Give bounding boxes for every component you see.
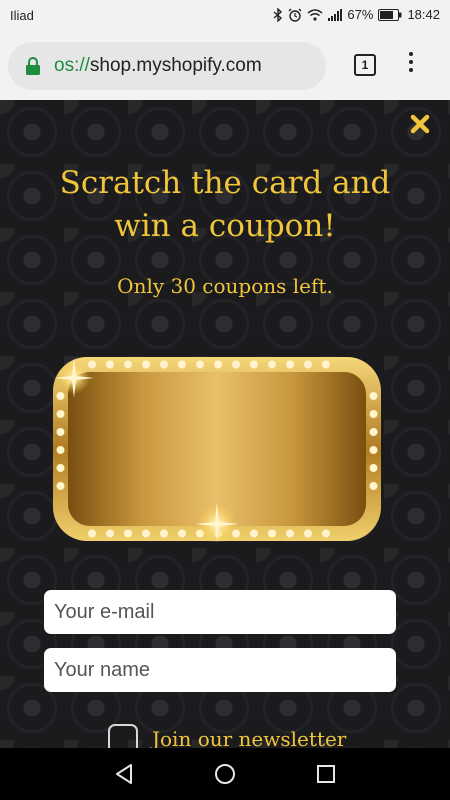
marquee-light: [214, 360, 222, 369]
marquee-light: [232, 360, 240, 369]
marquee-light: [178, 529, 186, 538]
signal-icon: [328, 8, 343, 21]
recents-icon[interactable]: [314, 762, 338, 786]
title-line-2: win a coupon!: [114, 208, 336, 244]
marquee-light: [160, 529, 168, 538]
lock-icon: [26, 57, 40, 75]
marquee-light: [56, 428, 65, 436]
marquee-light: [304, 360, 312, 369]
system-nav-bar: [0, 748, 450, 800]
title-line-1: Scratch the card and: [59, 165, 391, 201]
scratch-card[interactable]: [52, 356, 382, 542]
newsletter-option[interactable]: Join our newsletter: [108, 722, 346, 748]
tab-switcher-button[interactable]: 1: [354, 54, 376, 76]
marquee-light: [124, 529, 132, 538]
menu-dots-icon[interactable]: [409, 52, 415, 76]
battery-percent: 67%: [347, 7, 374, 22]
marquee-light: [250, 529, 258, 538]
marquee-light: [56, 392, 65, 400]
marquee-light: [106, 360, 114, 369]
url-text[interactable]: os://shop.myshopify.com: [54, 55, 262, 77]
coupons-left-text: Only 30 coupons left.: [117, 274, 333, 298]
email-field[interactable]: [44, 590, 396, 634]
url-scheme: os://: [54, 55, 90, 76]
marquee-light: [250, 360, 258, 369]
browser-toolbar: os://shop.myshopify.com 1: [0, 32, 450, 100]
alarm-icon: [288, 8, 302, 22]
marquee-light: [142, 529, 150, 538]
marquee-light: [106, 529, 114, 538]
back-icon[interactable]: [112, 762, 136, 786]
newsletter-label: Join our newsletter: [152, 727, 347, 748]
status-bar: Iliad 67% 18:42: [0, 0, 450, 32]
marquee-light: [369, 482, 378, 490]
carrier-name: Iliad: [10, 8, 34, 23]
url-host: shop.myshopify.com: [89, 55, 262, 76]
scratch-card-popup: Scratch the card and win a coupon! Only …: [0, 100, 450, 748]
marquee-light: [56, 410, 65, 418]
marquee-light: [286, 529, 294, 538]
marquee-light: [196, 360, 204, 369]
status-icons: 67% 18:42: [273, 7, 440, 22]
marquee-light: [56, 446, 65, 454]
marquee-light: [88, 360, 96, 369]
marquee-light: [56, 482, 65, 490]
bluetooth-icon: [273, 7, 283, 22]
marquee-light: [178, 360, 186, 369]
battery-icon: [378, 8, 402, 21]
marquee-light: [124, 360, 132, 369]
marquee-light: [268, 360, 276, 369]
close-icon[interactable]: [408, 112, 432, 136]
marquee-light: [369, 464, 378, 472]
marquee-light: [322, 360, 330, 369]
marquee-light: [369, 446, 378, 454]
wifi-icon: [307, 8, 323, 21]
popup-title: Scratch the card and win a coupon!: [0, 162, 450, 248]
address-bar[interactable]: os://shop.myshopify.com: [8, 42, 326, 90]
marquee-light: [160, 360, 168, 369]
marquee-light: [56, 464, 65, 472]
marquee-light: [304, 529, 312, 538]
marquee-light: [322, 529, 330, 538]
marquee-light: [369, 410, 378, 418]
home-icon[interactable]: [213, 762, 237, 786]
marquee-light: [88, 529, 96, 538]
name-field[interactable]: [44, 648, 396, 692]
newsletter-checkbox[interactable]: [108, 724, 138, 748]
marquee-light: [286, 360, 294, 369]
marquee-light: [142, 360, 150, 369]
clock-time: 18:42: [407, 7, 440, 22]
marquee-light: [369, 392, 378, 400]
marquee-light: [369, 428, 378, 436]
marquee-light: [268, 529, 276, 538]
